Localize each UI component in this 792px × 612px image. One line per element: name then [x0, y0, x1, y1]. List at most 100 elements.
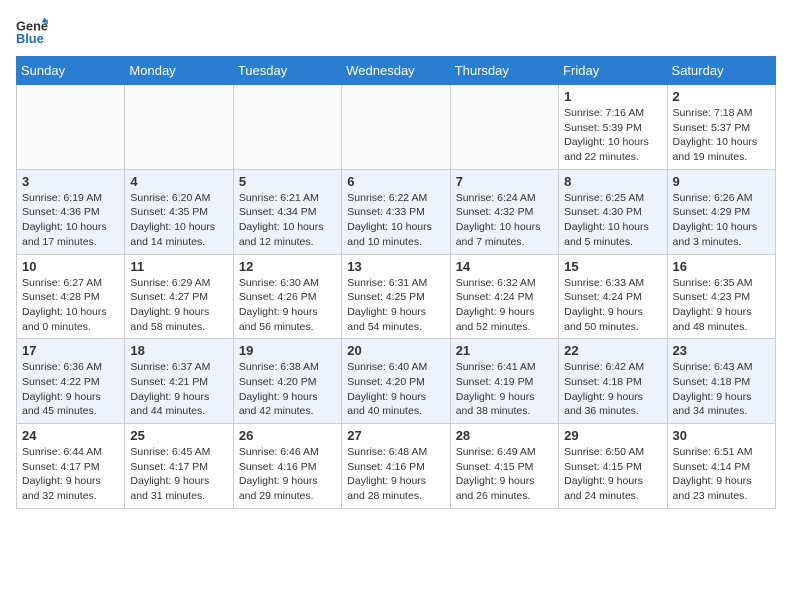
calendar-day: 9 Sunrise: 6:26 AMSunset: 4:29 PMDaylight…: [667, 169, 775, 254]
day-number: 28: [456, 428, 553, 443]
calendar-week-row: 3Sunrise: 6:19 AMSunset: 4:36 PMDaylight…: [17, 169, 776, 254]
day-number: 27: [347, 428, 444, 443]
calendar-day: 21 Sunrise: 6:41 AMSunset: 4:19 PMDayligh…: [450, 339, 558, 424]
day-number: 5: [239, 174, 336, 189]
day-number: 11: [130, 259, 227, 274]
day-number: 18: [130, 343, 227, 358]
calendar-day: 15 Sunrise: 6:33 AMSunset: 4:24 PMDayligh…: [559, 254, 667, 339]
day-number: 16: [673, 259, 770, 274]
day-info: Sunrise: 6:20 AMSunset: 4:35 PMDaylight:…: [130, 191, 227, 250]
day-number: 1: [564, 89, 661, 104]
calendar-day: 2 Sunrise: 7:18 AMSunset: 5:37 PMDaylight…: [667, 85, 775, 170]
day-info: Sunrise: 6:33 AMSunset: 4:24 PMDaylight:…: [564, 276, 661, 335]
day-number: 19: [239, 343, 336, 358]
day-info: Sunrise: 6:49 AMSunset: 4:15 PMDaylight:…: [456, 445, 553, 504]
day-number: 20: [347, 343, 444, 358]
day-number: 9: [673, 174, 770, 189]
calendar-week-row: 10 Sunrise: 6:27 AMSunset: 4:28 PMDayligh…: [17, 254, 776, 339]
calendar-day: 11Sunrise: 6:29 AMSunset: 4:27 PMDayligh…: [125, 254, 233, 339]
day-info: Sunrise: 6:48 AMSunset: 4:16 PMDaylight:…: [347, 445, 444, 504]
calendar-day: 30 Sunrise: 6:51 AMSunset: 4:14 PMDayligh…: [667, 424, 775, 509]
day-number: 12: [239, 259, 336, 274]
day-number: 15: [564, 259, 661, 274]
calendar-day: [342, 85, 450, 170]
calendar-day: [450, 85, 558, 170]
weekday-header-friday: Friday: [559, 57, 667, 85]
calendar-day: 6Sunrise: 6:22 AMSunset: 4:33 PMDaylight…: [342, 169, 450, 254]
calendar-day: 27 Sunrise: 6:48 AMSunset: 4:16 PMDayligh…: [342, 424, 450, 509]
day-number: 10: [22, 259, 119, 274]
day-number: 30: [673, 428, 770, 443]
day-number: 4: [130, 174, 227, 189]
day-info: Sunrise: 6:51 AMSunset: 4:14 PMDaylight:…: [673, 445, 770, 504]
calendar-day: [17, 85, 125, 170]
day-info: Sunrise: 6:37 AMSunset: 4:21 PMDaylight:…: [130, 360, 227, 419]
calendar-day: 29Sunrise: 6:50 AMSunset: 4:15 PMDayligh…: [559, 424, 667, 509]
weekday-header-row: SundayMondayTuesdayWednesdayThursdayFrid…: [17, 57, 776, 85]
weekday-header-tuesday: Tuesday: [233, 57, 341, 85]
day-info: Sunrise: 6:45 AMSunset: 4:17 PMDaylight:…: [130, 445, 227, 504]
day-info: Sunrise: 6:24 AMSunset: 4:32 PMDaylight:…: [456, 191, 553, 250]
day-info: Sunrise: 6:21 AMSunset: 4:34 PMDaylight:…: [239, 191, 336, 250]
day-info: Sunrise: 6:30 AMSunset: 4:26 PMDaylight:…: [239, 276, 336, 335]
day-info: Sunrise: 6:43 AMSunset: 4:18 PMDaylight:…: [673, 360, 770, 419]
day-info: Sunrise: 7:18 AMSunset: 5:37 PMDaylight:…: [673, 106, 770, 165]
logo-icon: General Blue: [16, 16, 48, 48]
day-number: 26: [239, 428, 336, 443]
day-number: 7: [456, 174, 553, 189]
calendar-day: 13 Sunrise: 6:31 AMSunset: 4:25 PMDayligh…: [342, 254, 450, 339]
day-info: Sunrise: 6:36 AMSunset: 4:22 PMDaylight:…: [22, 360, 119, 419]
calendar-week-row: 17Sunrise: 6:36 AMSunset: 4:22 PMDayligh…: [17, 339, 776, 424]
calendar-day: 18 Sunrise: 6:37 AMSunset: 4:21 PMDayligh…: [125, 339, 233, 424]
day-number: 23: [673, 343, 770, 358]
calendar-table: SundayMondayTuesdayWednesdayThursdayFrid…: [16, 56, 776, 509]
calendar-day: 24Sunrise: 6:44 AMSunset: 4:17 PMDayligh…: [17, 424, 125, 509]
weekday-header-thursday: Thursday: [450, 57, 558, 85]
calendar-week-row: 1 Sunrise: 7:16 AMSunset: 5:39 PMDaylight…: [17, 85, 776, 170]
day-number: 14: [456, 259, 553, 274]
calendar-day: 8 Sunrise: 6:25 AMSunset: 4:30 PMDaylight…: [559, 169, 667, 254]
calendar-day: 17Sunrise: 6:36 AMSunset: 4:22 PMDayligh…: [17, 339, 125, 424]
day-number: 22: [564, 343, 661, 358]
calendar-day: [125, 85, 233, 170]
day-info: Sunrise: 6:38 AMSunset: 4:20 PMDaylight:…: [239, 360, 336, 419]
logo: General Blue: [16, 16, 48, 48]
calendar-day: 22 Sunrise: 6:42 AMSunset: 4:18 PMDayligh…: [559, 339, 667, 424]
day-info: Sunrise: 6:31 AMSunset: 4:25 PMDaylight:…: [347, 276, 444, 335]
day-number: 21: [456, 343, 553, 358]
weekday-header-monday: Monday: [125, 57, 233, 85]
weekday-header-wednesday: Wednesday: [342, 57, 450, 85]
calendar-day: 7 Sunrise: 6:24 AMSunset: 4:32 PMDaylight…: [450, 169, 558, 254]
day-number: 2: [673, 89, 770, 104]
calendar-day: 25 Sunrise: 6:45 AMSunset: 4:17 PMDayligh…: [125, 424, 233, 509]
calendar-day: 19 Sunrise: 6:38 AMSunset: 4:20 PMDayligh…: [233, 339, 341, 424]
day-info: Sunrise: 6:50 AMSunset: 4:15 PMDaylight:…: [564, 445, 661, 504]
day-info: Sunrise: 6:41 AMSunset: 4:19 PMDaylight:…: [456, 360, 553, 419]
calendar-day: 10 Sunrise: 6:27 AMSunset: 4:28 PMDayligh…: [17, 254, 125, 339]
day-number: 24: [22, 428, 119, 443]
day-info: Sunrise: 6:42 AMSunset: 4:18 PMDaylight:…: [564, 360, 661, 419]
calendar-day: 1 Sunrise: 7:16 AMSunset: 5:39 PMDaylight…: [559, 85, 667, 170]
day-number: 8: [564, 174, 661, 189]
day-info: Sunrise: 6:19 AMSunset: 4:36 PMDaylight:…: [22, 191, 119, 250]
calendar-day: 26Sunrise: 6:46 AMSunset: 4:16 PMDayligh…: [233, 424, 341, 509]
day-number: 13: [347, 259, 444, 274]
day-info: Sunrise: 6:25 AMSunset: 4:30 PMDaylight:…: [564, 191, 661, 250]
day-info: Sunrise: 6:40 AMSunset: 4:20 PMDaylight:…: [347, 360, 444, 419]
calendar-day: 3Sunrise: 6:19 AMSunset: 4:36 PMDaylight…: [17, 169, 125, 254]
weekday-header-sunday: Sunday: [17, 57, 125, 85]
weekday-header-saturday: Saturday: [667, 57, 775, 85]
day-number: 25: [130, 428, 227, 443]
day-info: Sunrise: 6:35 AMSunset: 4:23 PMDaylight:…: [673, 276, 770, 335]
svg-text:Blue: Blue: [16, 31, 44, 46]
calendar-day: 28 Sunrise: 6:49 AMSunset: 4:15 PMDayligh…: [450, 424, 558, 509]
day-number: 6: [347, 174, 444, 189]
calendar-day: 20 Sunrise: 6:40 AMSunset: 4:20 PMDayligh…: [342, 339, 450, 424]
day-info: Sunrise: 7:16 AMSunset: 5:39 PMDaylight:…: [564, 106, 661, 165]
day-info: Sunrise: 6:27 AMSunset: 4:28 PMDaylight:…: [22, 276, 119, 335]
calendar-day: [233, 85, 341, 170]
calendar-day: 14Sunrise: 6:32 AMSunset: 4:24 PMDayligh…: [450, 254, 558, 339]
day-info: Sunrise: 6:26 AMSunset: 4:29 PMDaylight:…: [673, 191, 770, 250]
calendar-day: 23 Sunrise: 6:43 AMSunset: 4:18 PMDayligh…: [667, 339, 775, 424]
calendar-day: 4 Sunrise: 6:20 AMSunset: 4:35 PMDaylight…: [125, 169, 233, 254]
